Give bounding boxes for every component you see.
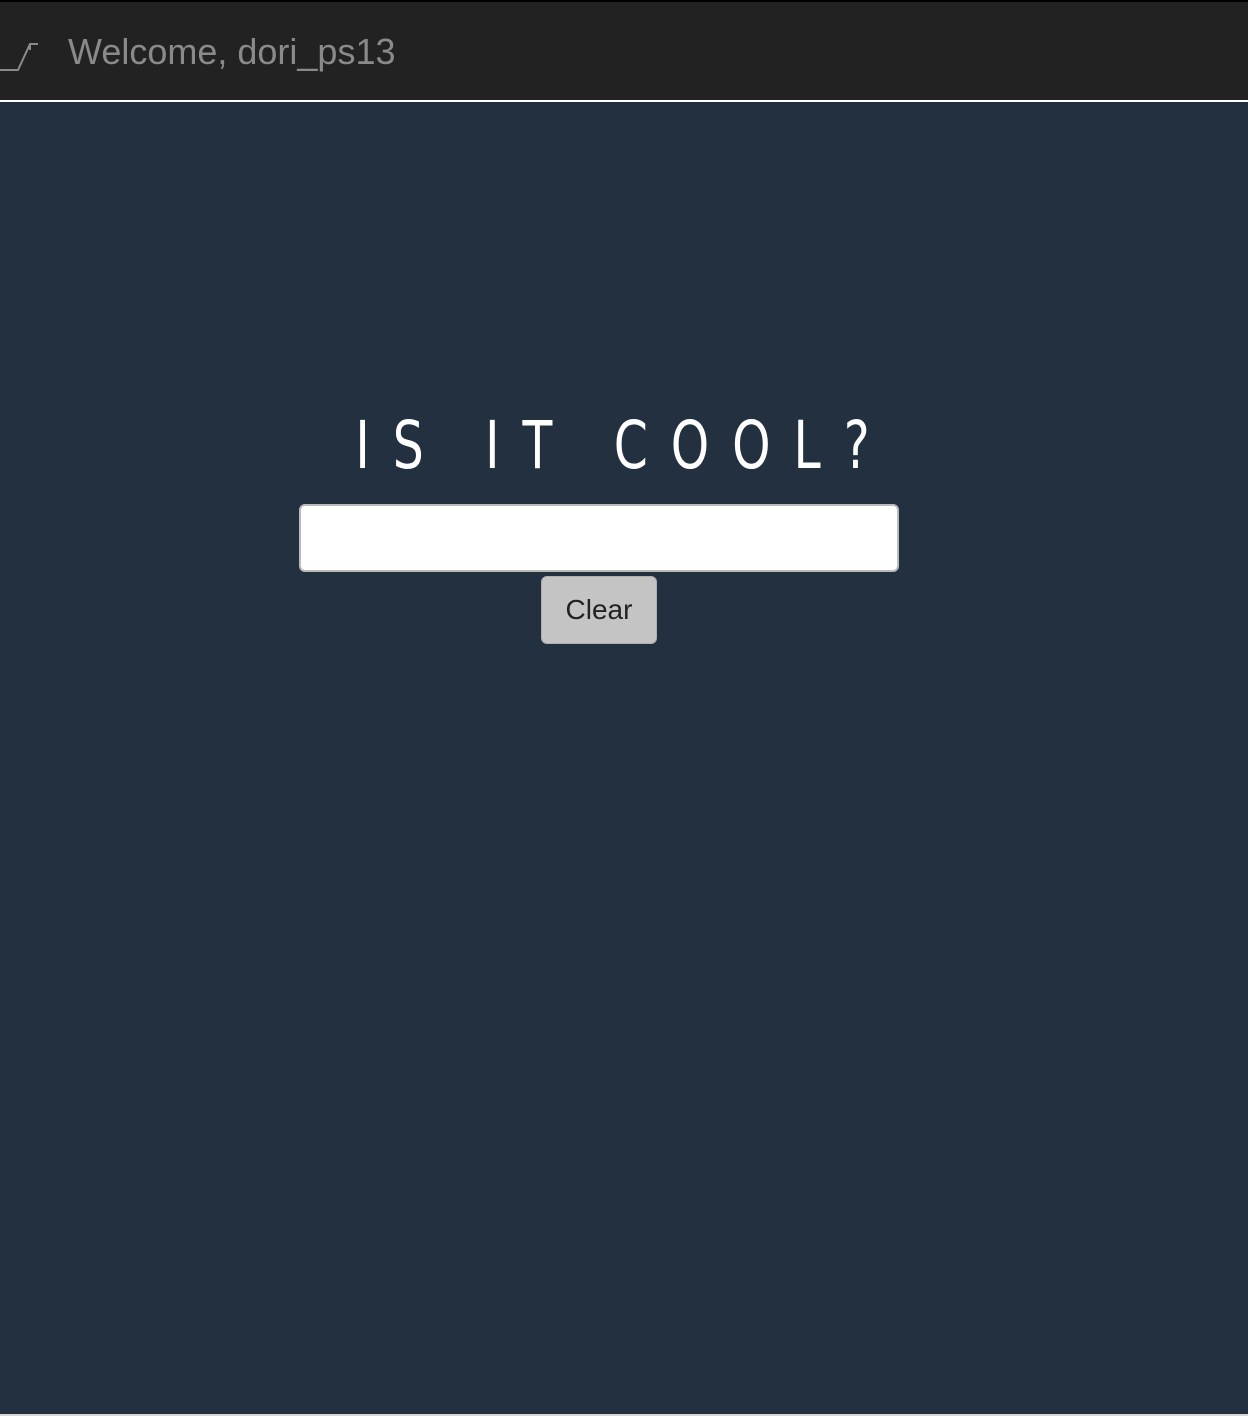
top-navbar: Welcome, dori_ps13	[0, 0, 1248, 102]
search-input[interactable]	[299, 504, 899, 572]
page-title: IS IT COOL?	[355, 407, 893, 484]
welcome-message: Welcome, dori_ps13	[68, 31, 396, 72]
clear-button[interactable]: Clear	[541, 576, 657, 644]
logo-icon[interactable]	[0, 40, 40, 72]
main-content	[0, 104, 1248, 1414]
